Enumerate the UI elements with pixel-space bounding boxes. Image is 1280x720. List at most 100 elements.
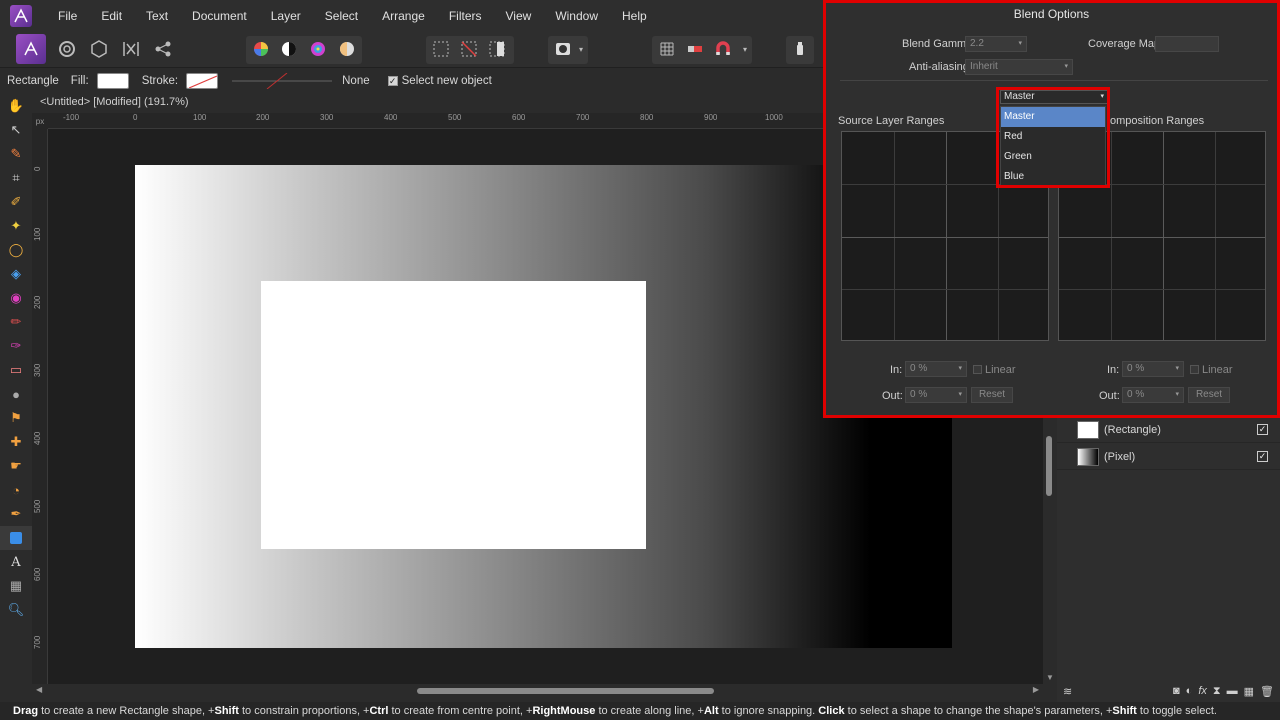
selection-brush-icon[interactable]: ✐	[0, 190, 32, 214]
layers-stack-icon[interactable]: ≋	[1063, 685, 1072, 698]
freehand-selection-icon[interactable]: ◯	[0, 238, 32, 262]
layer-row[interactable]: (Rectangle) ✓	[1057, 417, 1280, 443]
rectangle-tool-icon[interactable]	[0, 526, 32, 550]
chevron-down-icon: ▾	[1064, 63, 1068, 70]
scroll-down-icon[interactable]: ▼	[1046, 673, 1054, 682]
export-persona-icon[interactable]	[150, 36, 176, 62]
menu-window[interactable]: Window	[543, 9, 610, 23]
color-balance-icon[interactable]	[305, 36, 331, 62]
white-rectangle-shape[interactable]	[261, 281, 646, 549]
source-in-field[interactable]: 0 % ▾	[905, 361, 967, 377]
select-all-icon[interactable]	[428, 36, 454, 62]
mask-layer-icon[interactable]: ◙	[1173, 685, 1180, 697]
composition-reset-button[interactable]: Reset	[1188, 387, 1230, 403]
menu-file[interactable]: File	[46, 9, 89, 23]
menu-view[interactable]: View	[494, 9, 544, 23]
status-key: Shift	[1112, 705, 1137, 717]
status-key: Drag	[13, 705, 39, 717]
flood-select-icon[interactable]: ✦	[0, 214, 32, 238]
tone-mapping-persona-icon[interactable]	[118, 36, 144, 62]
erase-brush-icon[interactable]: ▭	[0, 358, 32, 382]
levels-icon[interactable]	[248, 36, 274, 62]
layer-visibility-checkbox[interactable]: ✓	[1257, 451, 1268, 462]
menu-arrange[interactable]: Arrange	[370, 9, 437, 23]
menu-select[interactable]: Select	[313, 9, 370, 23]
add-pixel-layer-icon[interactable]: ▦	[1244, 685, 1254, 698]
ruler-tick: 600	[512, 113, 526, 122]
snapping-magnet-icon[interactable]	[710, 36, 736, 62]
composition-in-field[interactable]: 0 % ▾	[1122, 361, 1184, 377]
mesh-warp-icon[interactable]: ▦	[0, 574, 32, 598]
dodge-brush-icon[interactable]: ●	[0, 382, 32, 406]
contrast-icon[interactable]	[276, 36, 302, 62]
smudge-brush-icon[interactable]: ☛	[0, 454, 32, 478]
text-tool-icon[interactable]: A	[0, 550, 32, 574]
color-replacement-icon[interactable]: ✑	[0, 334, 32, 358]
vertical-ruler: 0 100 200 300 400 500 600 700	[32, 129, 48, 684]
menu-help[interactable]: Help	[610, 9, 659, 23]
scroll-left-icon[interactable]: ◀	[36, 685, 42, 694]
liquify-persona-icon[interactable]	[54, 36, 80, 62]
menu-filters[interactable]: Filters	[437, 9, 494, 23]
chevron-down-icon: ▾	[1018, 40, 1022, 47]
layer-row[interactable]: (Pixel) ✓	[1057, 444, 1280, 470]
quick-mask-icon[interactable]	[550, 36, 576, 62]
live-filter-icon[interactable]: ⧗	[1213, 685, 1221, 698]
menu-layer[interactable]: Layer	[259, 9, 313, 23]
vertical-scroll-thumb[interactable]	[1046, 436, 1052, 496]
source-linear-checkbox[interactable]	[973, 365, 982, 374]
source-out-value: 0 %	[910, 389, 928, 400]
blend-gamma-select[interactable]: 2.2 ▾	[965, 36, 1027, 52]
source-out-field[interactable]: 0 % ▾	[905, 387, 967, 403]
document-title[interactable]: <Untitled> [Modified] (191.7%)	[40, 96, 189, 108]
fill-swatch[interactable]	[96, 73, 129, 89]
blemish-removal-icon[interactable]: ✚	[0, 430, 32, 454]
flood-fill-icon[interactable]: ◈	[0, 262, 32, 286]
divider	[840, 80, 1268, 81]
photo-persona-icon[interactable]	[16, 34, 46, 64]
stroke-swatch[interactable]	[186, 73, 219, 89]
delete-layer-icon[interactable]: 🗑︎	[1260, 685, 1274, 698]
line-width-value[interactable]: None	[342, 75, 370, 87]
source-reset-button[interactable]: Reset	[971, 387, 1013, 403]
force-pixel-alignment-icon[interactable]	[682, 36, 708, 62]
assistant-icon[interactable]	[787, 36, 813, 62]
anti-aliasing-select[interactable]: Inherit ▾	[965, 59, 1073, 75]
composition-linear-checkbox[interactable]	[1190, 365, 1199, 374]
deselect-icon[interactable]	[456, 36, 482, 62]
pen-tool-icon[interactable]: ✒	[0, 502, 32, 526]
scroll-right-icon[interactable]: ▶	[1033, 685, 1039, 694]
horizontal-scrollbar[interactable]: ◀ ▶	[32, 684, 1043, 700]
white-balance-icon[interactable]	[334, 36, 360, 62]
develop-persona-icon[interactable]	[86, 36, 112, 62]
menu-document[interactable]: Document	[180, 9, 259, 23]
hand-tool-icon[interactable]: ✋	[0, 94, 32, 118]
source-out-label: Out:	[882, 390, 903, 402]
gradient-tool-icon[interactable]: ◉	[0, 286, 32, 310]
invert-selection-icon[interactable]	[484, 36, 510, 62]
coverage-map-field[interactable]	[1155, 36, 1219, 52]
color-picker-icon[interactable]: ✎	[0, 142, 32, 166]
group-layers-icon[interactable]: ▬	[1227, 685, 1238, 697]
paint-brush-icon[interactable]: ✏	[0, 310, 32, 334]
adjustment-layer-icon[interactable]: ◐	[1186, 685, 1193, 697]
clone-brush-icon[interactable]: ⚑	[0, 406, 32, 430]
zoom-tool-icon[interactable]: 🔍︎	[0, 598, 32, 622]
menu-text[interactable]: Text	[134, 9, 180, 23]
horizontal-scroll-thumb[interactable]	[417, 688, 714, 694]
chevron-down-icon[interactable]: ▾	[738, 36, 752, 62]
affinity-logo-icon	[10, 5, 32, 27]
composition-out-field[interactable]: 0 % ▾	[1122, 387, 1184, 403]
chevron-down-icon[interactable]: ▾	[574, 36, 588, 62]
grid-icon[interactable]	[654, 36, 680, 62]
select-new-object-checkbox[interactable]: ✓	[387, 76, 398, 86]
vertical-scrollbar[interactable]: ▼	[1043, 416, 1057, 686]
move-tool-icon[interactable]: ↖	[0, 118, 32, 142]
red-eye-removal-icon[interactable]: ◔	[0, 478, 32, 502]
layer-visibility-checkbox[interactable]: ✓	[1257, 424, 1268, 435]
line-style-preview[interactable]	[232, 72, 333, 90]
fx-icon[interactable]: fx	[1198, 685, 1207, 697]
menu-edit[interactable]: Edit	[89, 9, 134, 23]
status-text: to create from centre point, +	[388, 705, 533, 717]
crop-tool-icon[interactable]: ⌗	[0, 166, 32, 190]
